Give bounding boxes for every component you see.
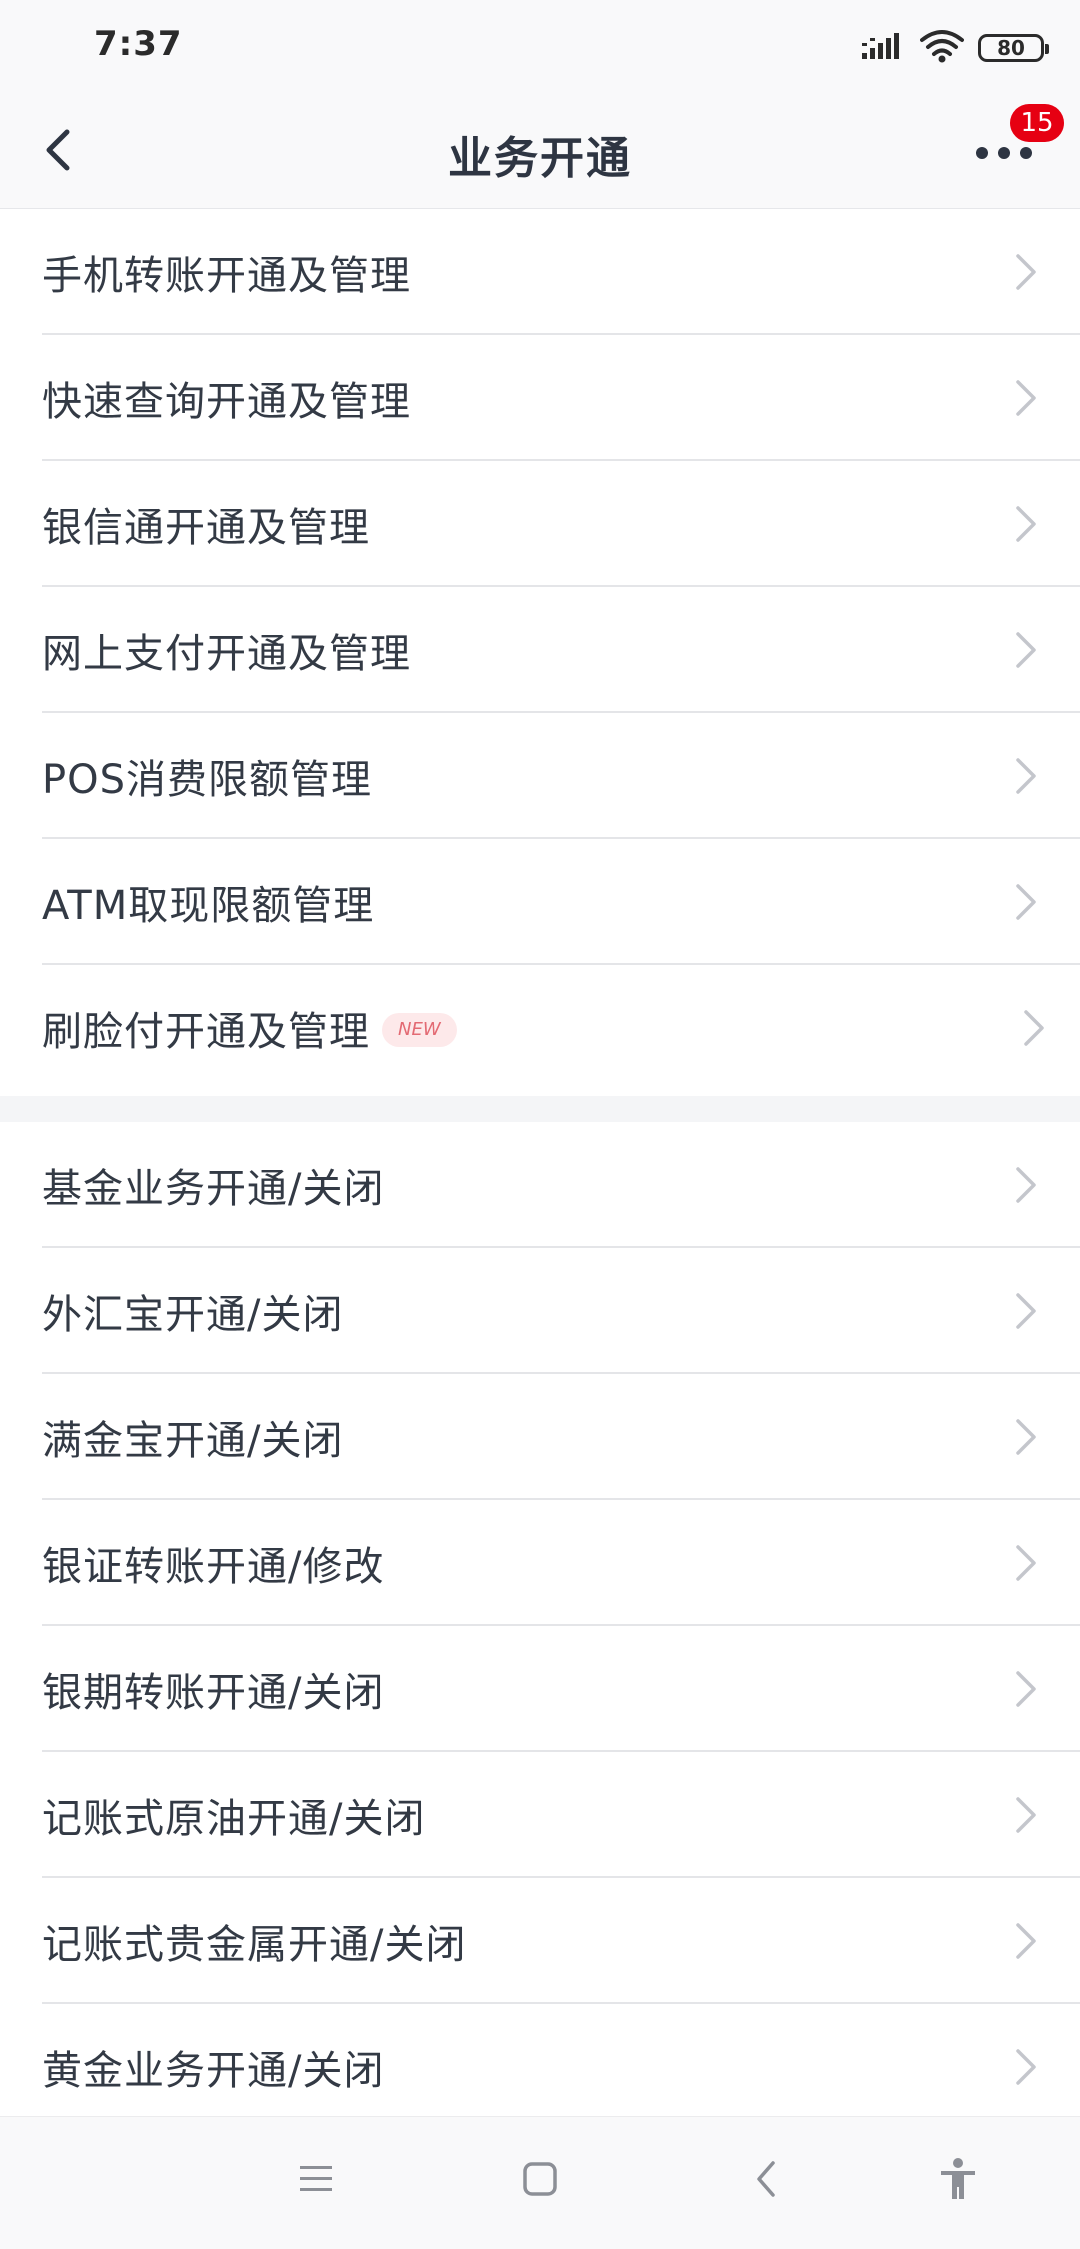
chevron-right-icon	[1008, 882, 1044, 922]
chevron-right-icon	[1008, 2047, 1044, 2087]
list-item[interactable]: 手机转账开通及管理	[0, 209, 1080, 335]
chevron-right-icon	[1008, 1291, 1044, 1331]
list-item-label: 记账式贵金属开通/关闭	[42, 1922, 467, 1968]
menu-button[interactable]	[286, 2151, 346, 2211]
list-item-label: 银期转账开通/关闭	[42, 1670, 385, 1716]
list-item-label-wrap: 刷脸付开通及管理 NEW	[42, 999, 457, 1057]
chevron-right-icon	[1008, 1543, 1044, 1583]
battery-level: 80	[997, 36, 1025, 60]
list-item-label: 记账式原油开通/关闭	[42, 1796, 426, 1842]
home-icon	[522, 2161, 558, 2201]
accessibility-button[interactable]	[928, 2151, 988, 2211]
list-item[interactable]: 银信通开通及管理	[0, 461, 1080, 587]
list-item-label: 银信通开通及管理	[42, 505, 370, 551]
status-time: 7:37	[94, 24, 183, 64]
chevron-right-icon	[1008, 1165, 1044, 1205]
back-icon	[754, 2159, 778, 2203]
list-item[interactable]: 黄金业务开通/关闭	[0, 2004, 1080, 2130]
chevron-right-icon	[1008, 1921, 1044, 1961]
list-item-label: 刷脸付开通及管理	[42, 1009, 370, 1055]
list-item-label: POS消费限额管理	[42, 757, 372, 803]
list-item[interactable]: 外汇宝开通/关闭	[0, 1248, 1080, 1374]
list-item-label: 网上支付开通及管理	[42, 631, 411, 677]
section-divider	[0, 1096, 1080, 1122]
list-item[interactable]: 记账式贵金属开通/关闭	[0, 1878, 1080, 2004]
list-item[interactable]: POS消费限额管理	[0, 713, 1080, 839]
list-item[interactable]: ATM取现限额管理	[0, 839, 1080, 965]
chevron-right-icon	[1008, 1795, 1044, 1835]
service-list-group-1: 手机转账开通及管理 快速查询开通及管理 银信通开通及管理 网上支付开通及管理 P…	[0, 209, 1080, 1091]
list-item[interactable]: 银证转账开通/修改	[0, 1500, 1080, 1626]
list-item-label: 银证转账开通/修改	[42, 1544, 385, 1590]
list-item-label: ATM取现限额管理	[42, 883, 375, 929]
list-item[interactable]: 满金宝开通/关闭	[0, 1374, 1080, 1500]
system-back-button[interactable]	[736, 2151, 796, 2211]
list-item-label: 外汇宝开通/关闭	[42, 1292, 344, 1338]
list-item-label: 满金宝开通/关闭	[42, 1418, 344, 1464]
list-item-label: 手机转账开通及管理	[42, 253, 411, 299]
list-item-label: 基金业务开通/关闭	[42, 1166, 385, 1212]
list-item-label: 黄金业务开通/关闭	[42, 2048, 385, 2094]
chevron-right-icon	[1008, 1417, 1044, 1457]
list-item[interactable]: 网上支付开通及管理	[0, 587, 1080, 713]
wifi-icon	[920, 29, 964, 67]
chevron-right-icon	[1008, 252, 1044, 292]
chevron-right-icon	[1016, 1008, 1052, 1048]
new-badge: NEW	[382, 1013, 457, 1047]
status-icons: 80	[862, 24, 1049, 72]
chevron-right-icon	[1008, 1669, 1044, 1709]
status-bar: 7:37 80	[0, 0, 1080, 96]
chevron-right-icon	[1008, 756, 1044, 796]
list-item-label: 快速查询开通及管理	[42, 379, 411, 425]
accessibility-icon	[938, 2157, 978, 2205]
list-item[interactable]: 快速查询开通及管理	[0, 335, 1080, 461]
list-item[interactable]: 基金业务开通/关闭	[0, 1122, 1080, 1248]
list-item[interactable]: 记账式原油开通/关闭	[0, 1752, 1080, 1878]
system-navigation-bar	[0, 2116, 1080, 2249]
list-item[interactable]: 刷脸付开通及管理 NEW	[0, 965, 1080, 1091]
chevron-right-icon	[1008, 504, 1044, 544]
chevron-right-icon	[1008, 378, 1044, 418]
more-icon	[975, 145, 1033, 164]
service-list-group-2: 基金业务开通/关闭 外汇宝开通/关闭 满金宝开通/关闭 银证转账开通/修改 银期…	[0, 1122, 1080, 2130]
signal-icon	[862, 31, 906, 65]
nav-bar: 业务开通 15	[0, 96, 1080, 209]
battery-icon: 80	[978, 34, 1049, 62]
page-title: 业务开通	[448, 133, 632, 184]
chevron-right-icon	[1008, 630, 1044, 670]
list-item[interactable]: 银期转账开通/关闭	[0, 1626, 1080, 1752]
home-button[interactable]	[510, 2151, 570, 2211]
menu-icon	[298, 2163, 334, 2199]
notification-badge: 15	[1010, 104, 1064, 142]
